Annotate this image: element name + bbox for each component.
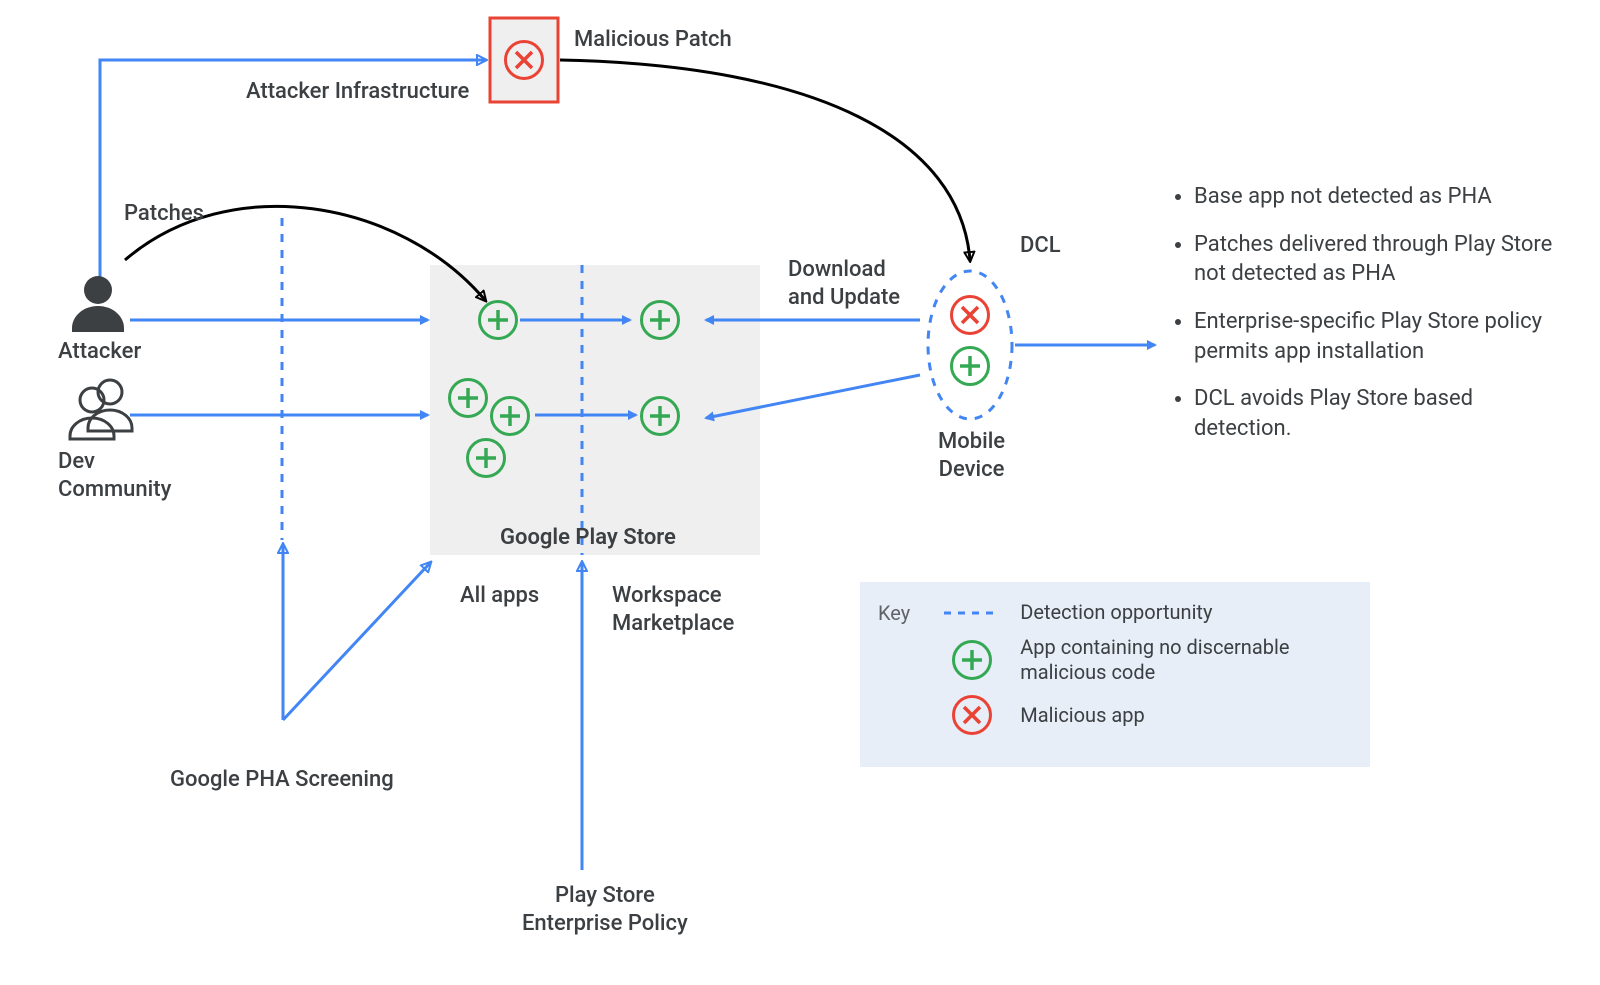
good-app-icon <box>490 396 530 436</box>
label-mobile-device: Mobile Device <box>938 428 1005 483</box>
impact-bullets: Base app not detected as PHA Patches del… <box>1170 182 1570 462</box>
label-malicious-patch: Malicious Patch <box>574 26 732 54</box>
malicious-app-icon <box>952 695 992 735</box>
attacker-icon <box>72 276 124 332</box>
arrow-pha-diag <box>283 563 430 720</box>
legend-key: Key Detection opportunity Key App contai… <box>860 582 1370 767</box>
label-pha-screening: Google PHA Screening <box>170 766 394 794</box>
label-dcl: DCL <box>1020 232 1061 260</box>
good-app-icon <box>466 438 506 478</box>
svg-stage <box>0 0 1600 985</box>
label-attacker: Attacker <box>58 338 141 366</box>
malicious-app-icon <box>504 40 544 80</box>
good-app-icon <box>952 640 992 680</box>
label-download-update: Download and Update <box>788 256 900 311</box>
key-bad: Malicious app <box>1020 703 1144 728</box>
key-detection: Detection opportunity <box>1020 600 1212 625</box>
label-dev-community: Dev Community <box>58 448 171 503</box>
dcl-ellipse <box>928 271 1012 419</box>
good-app-icon <box>478 300 518 340</box>
good-app-icon <box>640 396 680 436</box>
dev-community-icon <box>70 380 132 439</box>
label-play-store: Google Play Store <box>500 524 676 552</box>
key-good: App containing no discernable malicious … <box>1020 635 1352 685</box>
good-app-icon <box>448 378 488 418</box>
bullet: Base app not detected as PHA <box>1194 182 1570 212</box>
label-attacker-infra: Attacker Infrastructure <box>246 78 469 106</box>
key-title: Key <box>878 601 910 625</box>
bullet: DCL avoids Play Store based detection. <box>1194 384 1570 443</box>
diagram-canvas: Attacker Dev Community Patches Attacker … <box>0 0 1600 985</box>
label-workspace: Workspace Marketplace <box>612 582 734 637</box>
bullet: Patches delivered through Play Store not… <box>1194 230 1570 289</box>
label-all-apps: All apps <box>460 582 539 610</box>
bullet: Enterprise-specific Play Store policy pe… <box>1194 307 1570 366</box>
good-app-icon <box>950 346 990 386</box>
good-app-icon <box>640 300 680 340</box>
label-enterprise-policy: Play Store Enterprise Policy <box>522 882 688 937</box>
label-patches: Patches <box>124 200 204 228</box>
malicious-app-icon <box>950 295 990 335</box>
arrow-malicious-to-dcl <box>560 60 970 260</box>
